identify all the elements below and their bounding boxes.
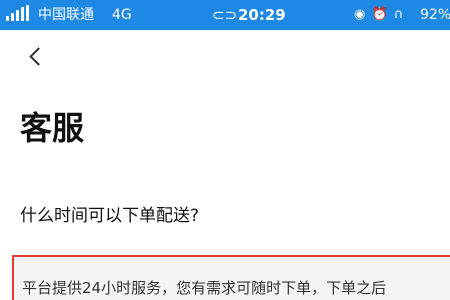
status-bar: 中国联通 4G ⊂⊃ 20:29 ◉ ⏰ ∩ 92%: [0, 0, 450, 30]
back-button[interactable]: [24, 42, 52, 70]
alarm-icon: ⏰: [371, 7, 389, 22]
carrier-name: 中国联通: [38, 7, 94, 23]
battery-level: 92%: [420, 7, 450, 23]
faq-question[interactable]: 什么时间可以下单配送?: [20, 204, 199, 228]
link-icon: ⊂⊃: [212, 6, 238, 24]
location-icon: ◉: [354, 7, 367, 22]
chevron-left-icon: [29, 47, 48, 66]
page-title: 客服: [20, 109, 85, 147]
status-icons: ◉ ⏰ ∩: [354, 5, 404, 25]
faq-answer-box: 平台提供24小时服务，您有需求可随时下单，下单之后: [12, 255, 450, 300]
status-time: 20:29: [238, 6, 286, 24]
faq-answer: 平台提供24小时服务，您有需求可随时下单，下单之后: [22, 279, 387, 297]
network-type: 4G: [112, 7, 132, 23]
headphones-icon: ∩: [393, 7, 405, 22]
signal-strength-icon: [6, 5, 32, 27]
